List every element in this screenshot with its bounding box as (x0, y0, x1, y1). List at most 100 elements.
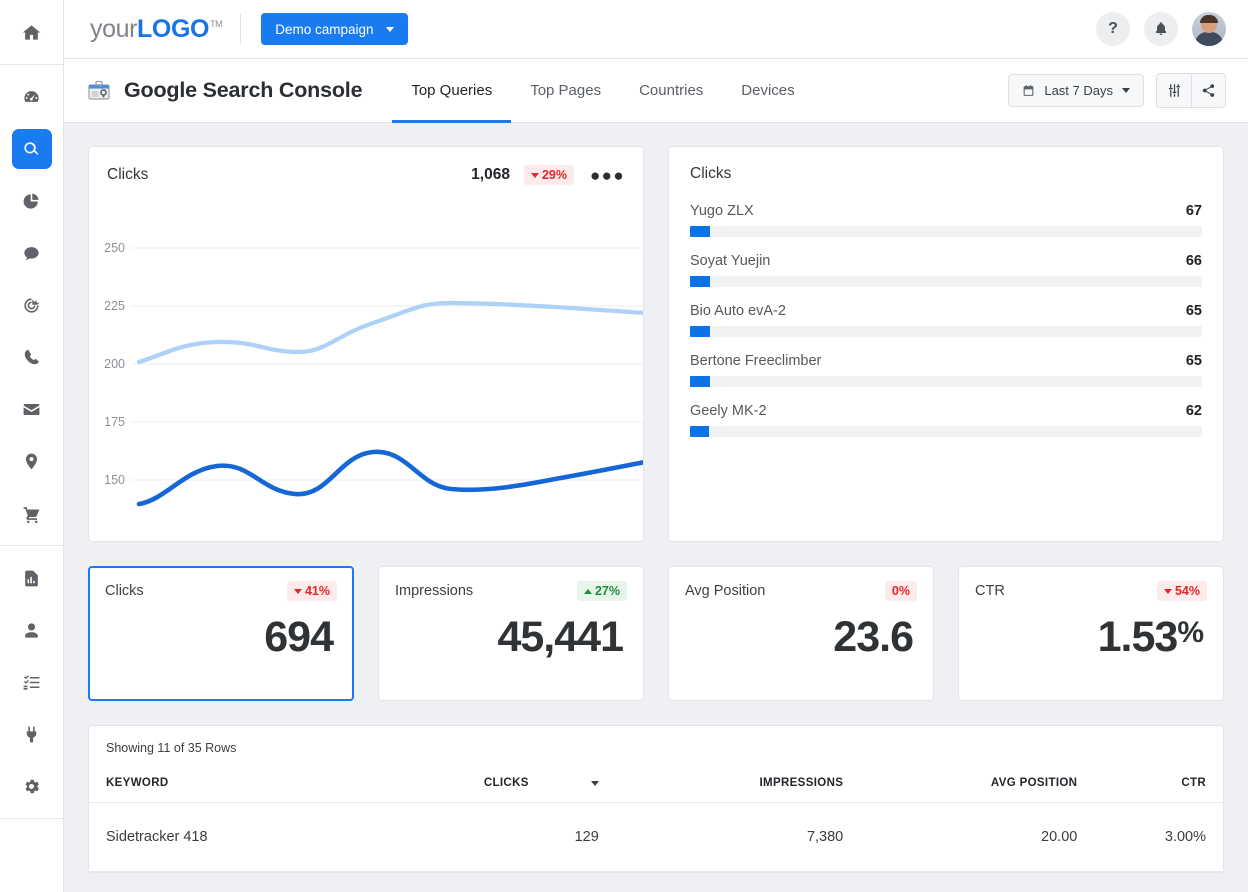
ellipsis-icon[interactable]: ●●● (590, 167, 625, 184)
list-item[interactable]: Geely MK-2 62 (690, 403, 1202, 437)
tab-countries[interactable]: Countries (620, 62, 722, 123)
list-item-header: Geely MK-2 62 (690, 403, 1202, 419)
campaign-selector[interactable]: Demo campaign (261, 13, 407, 45)
list-item[interactable]: Yugo ZLX 67 (690, 203, 1202, 237)
help-button[interactable]: ? (1096, 12, 1130, 46)
target-icon (22, 296, 41, 315)
share-icon (1201, 83, 1216, 98)
sort-desc-icon[interactable] (591, 781, 599, 786)
list-item-bar-track (690, 376, 1202, 387)
sidebar-item-social[interactable] (12, 233, 52, 273)
list-item[interactable]: Bio Auto evA-2 65 (690, 303, 1202, 337)
chart-y-axis-labels: 250 225 200 175 150 125 (104, 241, 125, 525)
sidebar-item-calls[interactable] (12, 337, 52, 377)
campaign-label: Demo campaign (275, 22, 373, 37)
tab-top-pages[interactable]: Top Pages (511, 62, 620, 123)
tab-top-queries[interactable]: Top Queries (392, 62, 511, 123)
sidebar-item-home[interactable] (12, 12, 52, 52)
notifications-button[interactable] (1144, 12, 1178, 46)
comment-icon (22, 244, 41, 263)
list-item-label: Bertone Freeclimber (690, 353, 821, 369)
kpi-label: Avg Position (685, 583, 765, 599)
main-column: yourLOGOTM Demo campaign ? (64, 0, 1248, 892)
avatar[interactable] (1192, 12, 1226, 46)
list-item-value: 67 (1186, 203, 1202, 219)
svg-text:175: 175 (104, 415, 125, 429)
cell-avg-position: 20.00 (843, 803, 1077, 872)
status-badge: 41% (287, 581, 337, 601)
sidebar-divider-2 (0, 545, 64, 546)
avatar-hair (1200, 15, 1218, 23)
list-item[interactable]: Bertone Freeclimber 65 (690, 353, 1202, 387)
sidebar-item-tasks[interactable] (12, 662, 52, 702)
content-area: Clicks 1,068 29% ●●● (64, 123, 1248, 892)
sidebar-item-integrations[interactable] (12, 714, 52, 754)
google-search-console-icon (86, 78, 112, 104)
svg-text:225: 225 (104, 299, 125, 313)
kpi-card-clicks[interactable]: Clicks 41% 694 (88, 566, 354, 701)
kpi-card-ctr[interactable]: CTR 54% 1.53% (958, 566, 1224, 701)
table-head: KEYWORD CLICKS IMPRESSIONS AVG POSITION … (89, 755, 1223, 803)
filter-button[interactable] (1157, 74, 1191, 107)
sidebar-item-email[interactable] (12, 389, 52, 429)
chart-delta-badge: 29% (524, 165, 574, 185)
table-row[interactable]: Sidetracker 418 129 7,380 20.00 3.00% (89, 803, 1223, 872)
sidebar-item-ads[interactable] (12, 285, 52, 325)
column-header-ctr[interactable]: CTR (1077, 755, 1223, 803)
kpi-value-suffix: % (1177, 616, 1203, 649)
sidebar-item-local[interactable] (12, 441, 52, 481)
cart-icon (22, 504, 41, 523)
list-item-bar-track (690, 326, 1202, 337)
column-header-clicks[interactable]: CLICKS (401, 755, 599, 803)
sidebar-divider-3 (0, 818, 64, 819)
list-item[interactable]: Soyat Yuejin 66 (690, 253, 1202, 287)
cell-clicks: 129 (401, 803, 599, 872)
date-range-picker[interactable]: Last 7 Days (1008, 74, 1144, 107)
kpi-row: Clicks 41% 694 Impressions 27% (88, 566, 1224, 701)
sidebar-item-settings[interactable] (12, 766, 52, 806)
gauge-icon (22, 88, 41, 107)
list-item-bar-track (690, 426, 1202, 437)
column-header-keyword[interactable]: KEYWORD (89, 755, 401, 803)
sidebar-item-clients[interactable] (12, 610, 52, 650)
phone-icon (22, 348, 41, 367)
list-card-title: Clicks (690, 165, 1202, 183)
status-badge: 0% (885, 581, 917, 601)
column-header-avg-position[interactable]: AVG POSITION (843, 755, 1077, 803)
logo-bold-text: LOGO (137, 15, 209, 43)
kpi-delta: 0% (892, 584, 910, 598)
share-button[interactable] (1191, 74, 1225, 107)
kpi-card-impressions[interactable]: Impressions 27% 45,441 (378, 566, 644, 701)
sidebar-item-search[interactable] (12, 129, 52, 169)
search-icon (22, 140, 41, 159)
list-item-bar-track (690, 226, 1202, 237)
logo-trademark: TM (210, 19, 222, 29)
sidebar-item-ecommerce[interactable] (12, 493, 52, 533)
brand-logo[interactable]: yourLOGOTM (90, 15, 222, 44)
chevron-down-icon (1122, 88, 1130, 93)
kpi-value-number: 1.53 (1098, 613, 1178, 661)
tab-devices[interactable]: Devices (722, 62, 813, 123)
list-item-bar-track (690, 276, 1202, 287)
checklist-icon (22, 673, 41, 692)
bell-icon (1153, 21, 1169, 37)
sidebar-item-analytics[interactable] (12, 181, 52, 221)
app-root: yourLOGOTM Demo campaign ? (0, 0, 1248, 892)
column-header-impressions[interactable]: IMPRESSIONS (599, 755, 843, 803)
tab-bar: Top Queries Top Pages Countries Devices (392, 59, 813, 123)
chart-total-value: 1,068 (471, 166, 510, 184)
arrow-down-icon (1164, 589, 1172, 594)
calendar-icon (1022, 84, 1035, 97)
report-icon (22, 569, 41, 588)
sidebar-item-dashboard[interactable] (12, 77, 52, 117)
list-item-header: Yugo ZLX 67 (690, 203, 1202, 219)
logo-separator (240, 14, 241, 44)
kpi-value-number: 23.6 (833, 613, 913, 661)
sidebar-item-reports[interactable] (12, 558, 52, 598)
avatar-body (1195, 32, 1223, 46)
list-item-header: Soyat Yuejin 66 (690, 253, 1202, 269)
kpi-card-avg-position[interactable]: Avg Position 0% 23.6 (668, 566, 934, 701)
cell-ctr: 3.00% (1077, 803, 1223, 872)
date-range-label: Last 7 Days (1044, 83, 1113, 98)
arrow-down-icon (531, 173, 539, 178)
